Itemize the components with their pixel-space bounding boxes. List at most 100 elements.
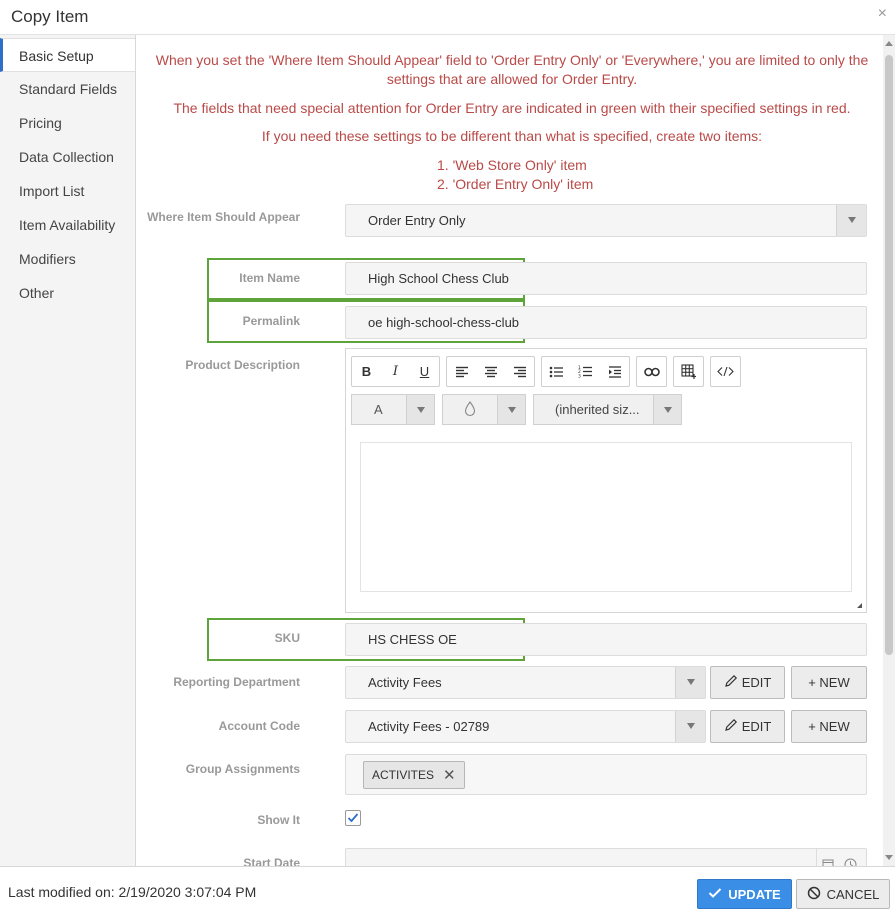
edit-button-label: EDIT bbox=[741, 675, 772, 690]
item-name-input[interactable]: High School Chess Club bbox=[345, 262, 867, 295]
cancel-button-label: CANCEL bbox=[826, 886, 880, 902]
pencil-icon bbox=[724, 674, 738, 691]
scroll-thumb[interactable] bbox=[885, 55, 893, 655]
sku-label: SKU bbox=[274, 631, 300, 645]
scroll-down-icon[interactable] bbox=[885, 855, 893, 860]
numbered-list-icon[interactable]: 123 bbox=[571, 357, 600, 386]
product-description-editor: B I U 123 A (inherited siz... bbox=[345, 348, 867, 613]
item-name-label: Item Name bbox=[239, 271, 300, 285]
where-item-select[interactable]: Order Entry Only bbox=[345, 204, 867, 237]
start-date-input[interactable] bbox=[345, 848, 867, 866]
ban-icon bbox=[807, 886, 821, 903]
notice-green-fields: The fields that need special attention f… bbox=[173, 100, 851, 116]
chevron-down-icon[interactable] bbox=[675, 711, 705, 742]
font-size-label: (inherited siz... bbox=[555, 402, 640, 417]
sidebar-item-data-collection[interactable]: Data Collection bbox=[0, 140, 135, 174]
align-toolbar-group bbox=[446, 356, 535, 387]
notice-order-entry: When you set the 'Where Item Should Appe… bbox=[155, 52, 869, 87]
group-assignments-label: Group Assignments bbox=[185, 762, 300, 776]
start-date-label: Start Date bbox=[243, 856, 300, 866]
new-reporting-department-button[interactable]: + NEW bbox=[791, 666, 867, 699]
link-icon[interactable] bbox=[637, 357, 666, 386]
edit-button-label: EDIT bbox=[741, 719, 772, 734]
chevron-down-icon[interactable] bbox=[653, 395, 681, 424]
chevron-down-icon[interactable] bbox=[406, 395, 434, 424]
sidebar-item-import-list[interactable]: Import List bbox=[0, 174, 135, 208]
svg-text:3: 3 bbox=[578, 374, 581, 379]
font-color-dropdown[interactable]: A bbox=[351, 394, 435, 425]
code-view-icon[interactable] bbox=[711, 357, 740, 386]
notice-list: 1. 'Web Store Only' item 2. 'Order Entry… bbox=[437, 156, 593, 194]
account-code-value: Activity Fees - 02789 bbox=[368, 719, 490, 734]
resize-handle[interactable] bbox=[857, 603, 862, 608]
list-toolbar-group: 123 bbox=[541, 356, 630, 387]
font-color-label: A bbox=[374, 402, 383, 417]
close-icon[interactable]: × bbox=[878, 5, 887, 23]
content-scrollbar[interactable] bbox=[883, 35, 895, 866]
notice-two-items: If you need these settings to be differe… bbox=[261, 128, 763, 144]
reporting-department-value: Activity Fees bbox=[368, 675, 442, 690]
where-item-value: Order Entry Only bbox=[368, 213, 466, 228]
permalink-label: Permalink bbox=[242, 314, 300, 328]
account-code-label: Account Code bbox=[218, 719, 300, 733]
chevron-down-icon[interactable] bbox=[497, 395, 525, 424]
align-center-icon[interactable] bbox=[476, 357, 505, 386]
show-it-label: Show It bbox=[257, 813, 300, 827]
text-style-toolbar-group: B I U bbox=[351, 356, 440, 387]
sidebar: Basic Setup Standard Fields Pricing Data… bbox=[0, 35, 136, 866]
sidebar-item-basic-setup[interactable]: Basic Setup bbox=[0, 38, 135, 72]
group-assignments-input[interactable]: ACTIVITES ✕ bbox=[345, 754, 867, 795]
group-tag-label: ACTIVITES bbox=[372, 767, 435, 782]
chevron-down-icon[interactable] bbox=[675, 667, 705, 698]
new-account-code-button[interactable]: + NEW bbox=[791, 710, 867, 743]
last-modified-text: Last modified on: 2/19/2020 3:07:04 PM bbox=[8, 884, 257, 900]
edit-account-code-button[interactable]: EDIT bbox=[710, 710, 785, 743]
droplet-icon bbox=[464, 401, 476, 420]
account-code-select[interactable]: Activity Fees - 02789 bbox=[345, 710, 706, 743]
reporting-department-label: Reporting Department bbox=[173, 675, 300, 689]
product-description-label: Product Description bbox=[185, 358, 300, 372]
update-button[interactable]: UPDATE bbox=[697, 879, 792, 909]
edit-reporting-department-button[interactable]: EDIT bbox=[710, 666, 785, 699]
permalink-input[interactable]: oe high-school-chess-club bbox=[345, 306, 867, 339]
sidebar-item-item-availability[interactable]: Item Availability bbox=[0, 208, 135, 242]
dialog-header: Copy Item × bbox=[0, 0, 895, 35]
align-right-icon[interactable] bbox=[505, 357, 534, 386]
code-toolbar-group bbox=[710, 356, 741, 387]
calendar-icon[interactable] bbox=[816, 849, 836, 866]
table-toolbar-group bbox=[673, 356, 704, 387]
sidebar-item-pricing[interactable]: Pricing bbox=[0, 106, 135, 140]
sidebar-item-standard-fields[interactable]: Standard Fields bbox=[0, 72, 135, 106]
checkmark-icon bbox=[347, 813, 359, 823]
underline-icon[interactable]: U bbox=[410, 357, 439, 386]
show-it-checkbox[interactable] bbox=[345, 810, 361, 826]
check-icon bbox=[708, 887, 722, 902]
table-icon[interactable] bbox=[674, 357, 703, 386]
update-button-label: UPDATE bbox=[728, 886, 781, 902]
scroll-up-icon[interactable] bbox=[885, 41, 893, 46]
notice-list-item: 1. 'Web Store Only' item bbox=[437, 157, 587, 173]
chevron-down-icon[interactable] bbox=[836, 205, 866, 236]
description-text-area[interactable] bbox=[360, 442, 852, 592]
sidebar-item-other[interactable]: Other bbox=[0, 276, 135, 310]
group-tag: ACTIVITES ✕ bbox=[363, 761, 465, 789]
sku-input[interactable]: HS CHESS OE bbox=[345, 623, 867, 656]
link-toolbar-group bbox=[636, 356, 667, 387]
font-size-dropdown[interactable]: (inherited siz... bbox=[533, 394, 682, 425]
cancel-button[interactable]: CANCEL bbox=[796, 879, 890, 909]
align-left-icon[interactable] bbox=[447, 357, 476, 386]
reporting-department-select[interactable]: Activity Fees bbox=[345, 666, 706, 699]
main-content: When you set the 'Where Item Should Appe… bbox=[137, 35, 883, 866]
italic-icon[interactable]: I bbox=[381, 357, 410, 386]
where-item-label: Where Item Should Appear bbox=[147, 210, 300, 224]
background-color-dropdown[interactable] bbox=[442, 394, 526, 425]
dialog-title: Copy Item bbox=[11, 7, 89, 26]
clock-icon[interactable] bbox=[840, 849, 862, 866]
bold-icon[interactable]: B bbox=[352, 357, 381, 386]
sidebar-item-modifiers[interactable]: Modifiers bbox=[0, 242, 135, 276]
notice-list-item: 2. 'Order Entry Only' item bbox=[437, 176, 594, 192]
bullet-list-icon[interactable] bbox=[542, 357, 571, 386]
pencil-icon bbox=[724, 718, 738, 735]
remove-tag-icon[interactable]: ✕ bbox=[443, 760, 456, 791]
indent-icon[interactable] bbox=[600, 357, 629, 386]
